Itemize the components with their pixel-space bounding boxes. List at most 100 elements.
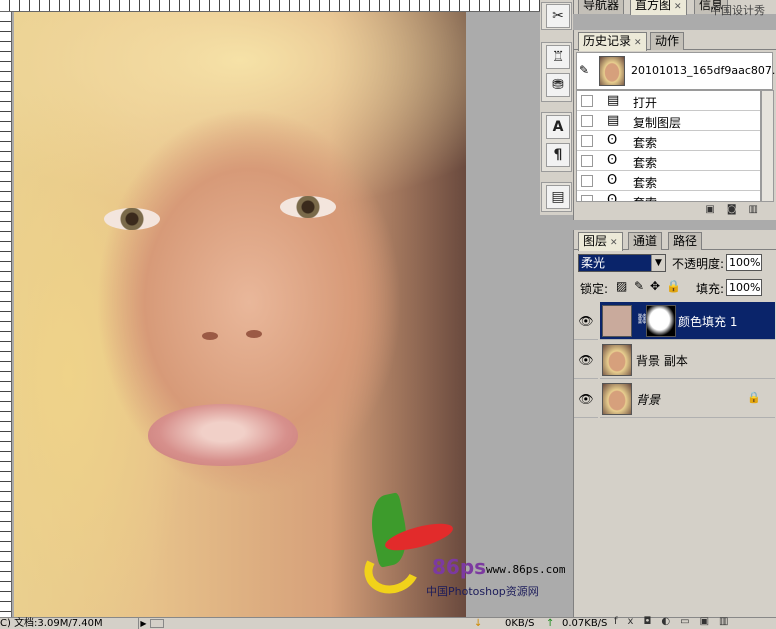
history-item[interactable]: ʘ 套索 <box>577 131 760 151</box>
navigator-panel: 导航器 直方图 ✕ 信息 中国设计秀 <box>573 0 776 17</box>
document-size-info: C) 文档:3.09M/7.40M <box>0 618 103 629</box>
close-icon[interactable]: ✕ <box>674 2 682 12</box>
tab-label: 历史记录 <box>583 34 632 48</box>
adjustment-icon[interactable]: ◐ <box>661 616 680 627</box>
tool-group-1: ✂ <box>541 2 572 30</box>
history-footer-icons: ▣◙▥ <box>705 204 770 215</box>
blend-mode-value: 柔光 <box>581 256 606 270</box>
lock-label: 锁定: <box>580 282 609 296</box>
lock-all-icon[interactable]: 🔒 <box>666 279 681 293</box>
layers-panel: 图层 ✕ 通道 路径 柔光 ▼ 不透明度: 100% 锁定: ▨ ✎ ✥ 🔒 填充:… <box>573 230 776 617</box>
layer-row[interactable]: 背景 副本 <box>600 341 775 379</box>
history-scrollbar[interactable] <box>761 90 774 202</box>
opacity-label: 不透明度: <box>672 257 725 271</box>
tools-icon[interactable]: ✂ <box>546 4 570 28</box>
trash-icon[interactable]: ▥ <box>749 204 770 215</box>
history-item[interactable]: ʘ 套索 <box>577 171 760 191</box>
opacity-field[interactable]: 100% <box>726 254 762 271</box>
lasso-icon: ʘ <box>607 193 618 202</box>
download-speed: 0KB/S <box>505 618 535 629</box>
mask-icon[interactable]: ◘ <box>643 616 661 627</box>
history-source-checkbox[interactable] <box>581 155 593 167</box>
watermark-brand: 86ps <box>432 555 487 579</box>
tab-label: 动作 <box>655 34 680 48</box>
visibility-eye-icon[interactable]: 👁 <box>574 302 598 340</box>
lock-position-icon[interactable]: ✥ <box>650 279 660 293</box>
new-document-from-state-icon[interactable]: ▣ <box>705 204 726 215</box>
layer-row[interactable]: ⛓ 颜色填充 1 <box>600 302 775 340</box>
history-item-label: 套索 <box>633 156 658 170</box>
history-source-checkbox[interactable] <box>581 175 593 187</box>
history-item[interactable]: ▤ 打开 <box>577 91 760 111</box>
history-item[interactable]: ▤ 复制图层 <box>577 111 760 131</box>
visibility-eye-icon[interactable]: 👁 <box>574 341 598 379</box>
type-icon[interactable]: A <box>546 115 570 139</box>
tab-navigator[interactable]: 导航器 <box>578 0 625 14</box>
lock-transparent-icon[interactable]: ▨ <box>616 279 627 293</box>
camera-icon[interactable]: ◙ <box>727 204 749 215</box>
lock-icon: 🔒 <box>747 391 761 404</box>
new-layer-icon[interactable]: ▣ <box>700 616 719 627</box>
chevron-down-icon[interactable]: ▼ <box>651 255 665 271</box>
folder-icon[interactable]: ▭ <box>680 616 699 627</box>
layers-tabbar: 图层 ✕ 通道 路径 <box>574 230 776 251</box>
layer-thumbnail <box>602 344 632 376</box>
panel-dock-icons: ✂ ♖ ⛃ A ¶ ▤ <box>540 0 573 215</box>
blend-options-row: 柔光 ▼ 不透明度: 100% <box>574 252 776 276</box>
vertical-ruler[interactable] <box>0 12 12 617</box>
history-snapshot[interactable]: ✎ 20101013_165df9aac807... <box>576 52 776 90</box>
layer-row[interactable]: 背景 🔒 <box>600 380 775 418</box>
horizontal-scrollbar[interactable] <box>150 619 164 628</box>
right-nostril <box>246 330 262 338</box>
fx-icon[interactable]: fx <box>614 616 643 627</box>
horizontal-ruler[interactable] <box>0 0 540 12</box>
tab-label: 图层 <box>583 234 608 248</box>
history-source-checkbox[interactable] <box>581 95 593 107</box>
trash-icon[interactable]: ▥ <box>719 616 738 627</box>
snapshot-brush-icon[interactable]: ✎ <box>579 63 589 77</box>
close-icon[interactable]: ✕ <box>610 238 618 248</box>
history-item[interactable]: ʘ 套索 <box>577 191 760 202</box>
history-source-checkbox[interactable] <box>581 195 593 201</box>
visibility-eye-icon[interactable]: 👁 <box>574 380 598 418</box>
layer-mask-thumbnail[interactable] <box>646 305 676 337</box>
history-tabbar: 历史记录 ✕ 动作 <box>574 30 776 51</box>
tool-group-3: A ¶ <box>541 112 572 172</box>
layer-thumbnail <box>602 383 632 415</box>
paint-bucket-icon[interactable]: ⛃ <box>546 73 570 97</box>
tab-histogram[interactable]: 直方图 ✕ <box>630 0 687 15</box>
corner-watermark: 中国设计秀 <box>710 4 765 17</box>
blend-mode-select[interactable]: 柔光 ▼ <box>578 254 666 272</box>
download-arrow-icon: ↓ <box>474 618 483 629</box>
status-menu-arrow-icon[interactable]: ▶ <box>138 618 148 629</box>
history-item-label: 套索 <box>633 176 658 190</box>
status-bar: C) 文档:3.09M/7.40M ▶ ↓ 0KB/S ↑ 0.07KB/S f… <box>0 616 776 629</box>
tab-actions[interactable]: 动作 <box>650 32 685 50</box>
paragraph-icon[interactable]: ¶ <box>546 143 570 167</box>
history-source-checkbox[interactable] <box>581 135 593 147</box>
stamp-icon[interactable]: ♖ <box>546 45 570 69</box>
history-item-label: 复制图层 <box>633 116 682 130</box>
tab-history[interactable]: 历史记录 ✕ <box>578 32 647 51</box>
fill-label: 填充: <box>696 282 725 296</box>
watermark-url: www.86ps.com <box>486 563 566 576</box>
history-item[interactable]: ʘ 套索 <box>577 151 760 171</box>
history-source-checkbox[interactable] <box>581 115 593 127</box>
fill-field[interactable]: 100% <box>726 279 762 296</box>
history-item-label: 打开 <box>633 96 658 110</box>
lips <box>148 404 298 466</box>
tab-label: 导航器 <box>583 0 620 12</box>
tab-label: 直方图 <box>635 0 672 12</box>
layer-name: 背景 <box>636 393 661 407</box>
layers-empty-area <box>576 420 773 604</box>
upload-speed: 0.07KB/S <box>562 618 608 629</box>
notes-icon[interactable]: ▤ <box>546 185 570 209</box>
close-icon[interactable]: ✕ <box>634 38 642 48</box>
tab-paths[interactable]: 路径 <box>668 232 703 250</box>
fill-color-thumbnail <box>602 305 632 337</box>
lock-image-icon[interactable]: ✎ <box>634 279 644 293</box>
tab-layers[interactable]: 图层 ✕ <box>578 232 623 251</box>
tab-channels[interactable]: 通道 <box>628 232 663 250</box>
watermark-logo: 86ps www.86ps.com 中国Photoshop资源网 <box>357 492 565 605</box>
history-panel: 历史记录 ✕ 动作 ✎ 20101013_165df9aac807... ▤ 打开 … <box>573 30 776 220</box>
